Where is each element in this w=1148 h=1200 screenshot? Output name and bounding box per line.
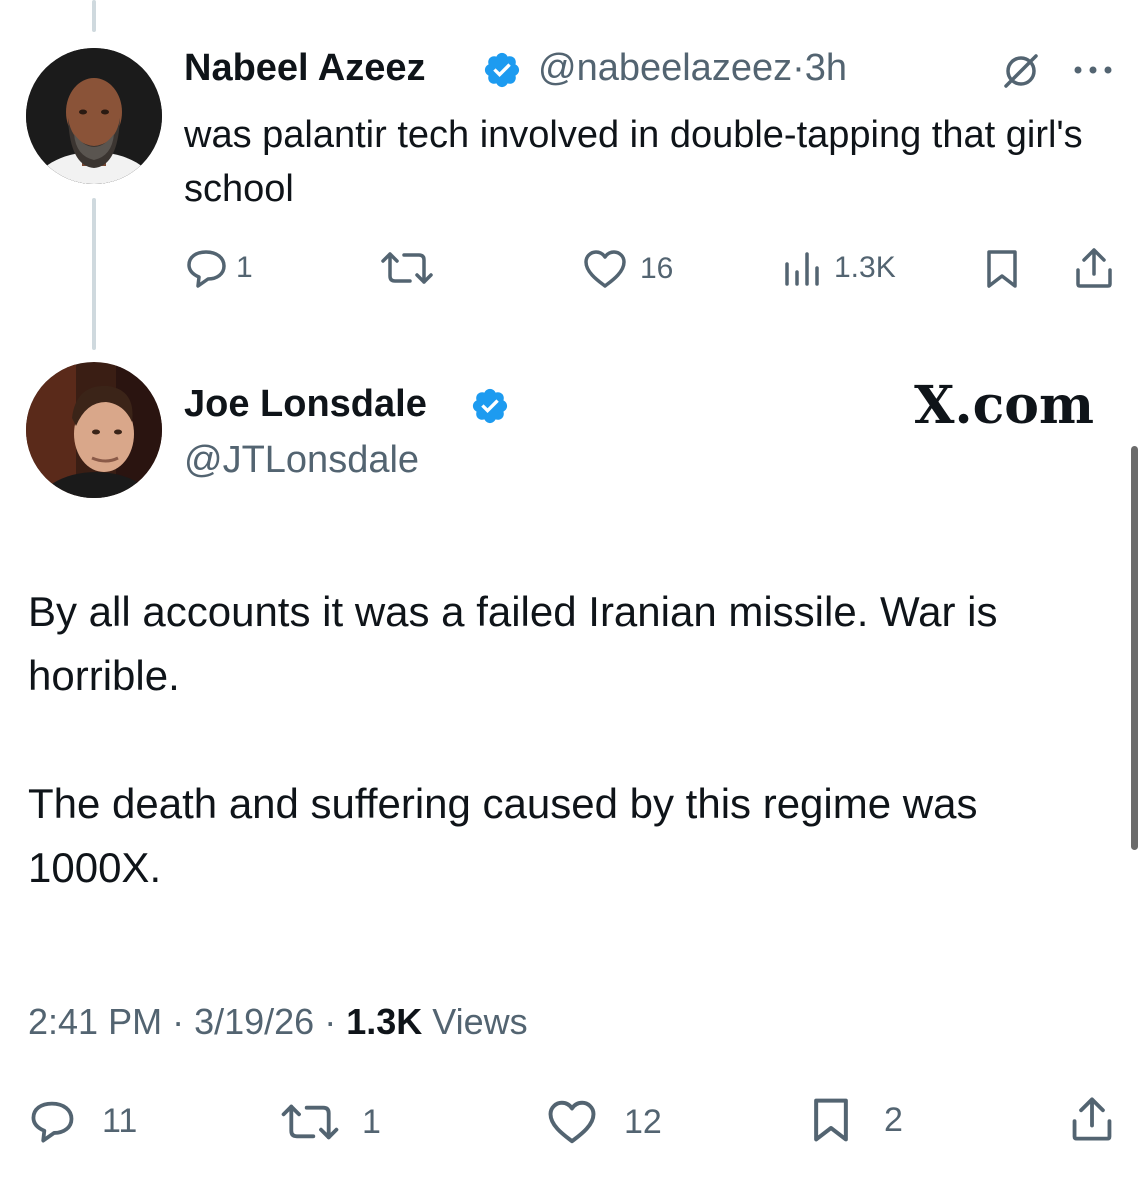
repost-button[interactable] bbox=[380, 248, 434, 293]
avatar-joe[interactable] bbox=[26, 362, 162, 498]
tweet-paragraph: The death and suffering caused by this r… bbox=[28, 780, 978, 891]
main-tweet-text: By all accounts it was a failed Iranian … bbox=[28, 580, 1108, 900]
bookmark-icon bbox=[814, 1098, 848, 1142]
main-handle[interactable]: @JTLonsdale bbox=[184, 438, 419, 482]
like-button[interactable]: 16 bbox=[582, 248, 673, 290]
timestamp[interactable]: 3h bbox=[805, 47, 847, 89]
author-name-text: Nabeel Azeez bbox=[184, 47, 426, 89]
views-label: Views bbox=[422, 1001, 528, 1042]
separator: · bbox=[162, 1001, 195, 1042]
heart-icon bbox=[584, 250, 626, 288]
share-icon bbox=[1072, 1097, 1112, 1141]
reply-count: 1 bbox=[236, 251, 253, 284]
author-name-text: Joe Lonsdale bbox=[184, 383, 427, 425]
comment-icon bbox=[31, 1101, 74, 1143]
reply-author-name[interactable]: Nabeel Azeez bbox=[184, 46, 425, 90]
bookmark-button[interactable]: 2 bbox=[810, 1096, 903, 1144]
grok-icon[interactable] bbox=[1000, 50, 1042, 97]
views-count: 1.3K bbox=[346, 1001, 423, 1042]
more-options-icon[interactable] bbox=[1070, 60, 1116, 85]
tweet-meta: 2:41 PM · 3/19/26 · 1.3K Views bbox=[28, 1000, 528, 1044]
like-count: 16 bbox=[640, 252, 674, 285]
verified-badge-icon bbox=[482, 50, 522, 90]
bookmark-count: 2 bbox=[884, 1101, 903, 1139]
reply-button[interactable]: 11 bbox=[28, 1096, 137, 1146]
verified-badge-icon bbox=[470, 386, 510, 426]
reply-text: was palantir tech involved in double-tap… bbox=[184, 114, 1083, 210]
share-icon bbox=[1076, 248, 1112, 288]
thread-line bbox=[92, 0, 96, 32]
tweet-date[interactable]: 3/19/26 bbox=[194, 1001, 314, 1042]
separator: · bbox=[792, 47, 805, 89]
x-com-brand: X.com bbox=[914, 375, 1094, 436]
like-count: 12 bbox=[624, 1103, 662, 1141]
like-button[interactable]: 12 bbox=[546, 1098, 662, 1146]
scrollbar[interactable] bbox=[1131, 446, 1138, 850]
repost-button[interactable]: 1 bbox=[280, 1100, 381, 1144]
reply-button[interactable]: 1 bbox=[184, 246, 253, 290]
main-action-row: 11 1 12 2 bbox=[28, 1094, 1128, 1150]
repost-icon bbox=[281, 1104, 339, 1140]
reply-count: 11 bbox=[102, 1102, 138, 1140]
analytics-icon bbox=[785, 252, 819, 286]
bookmark-button[interactable] bbox=[984, 248, 1020, 295]
reply-action-row: 1 16 1.3K bbox=[184, 246, 1124, 294]
tweet-paragraph: By all accounts it was a failed Iranian … bbox=[28, 588, 998, 699]
share-button[interactable] bbox=[1068, 1094, 1116, 1149]
tweet-time[interactable]: 2:41 PM bbox=[28, 1001, 162, 1042]
handle-text: @nabeelazeez bbox=[538, 47, 793, 89]
avatar-nabeel[interactable] bbox=[26, 48, 162, 184]
bookmark-icon bbox=[987, 250, 1017, 288]
views-count: 1.3K bbox=[834, 251, 896, 284]
repost-count: 1 bbox=[362, 1103, 381, 1141]
repost-icon bbox=[381, 252, 433, 284]
reply-handle-time[interactable]: @nabeelazeez·3h bbox=[538, 46, 847, 90]
thread-line bbox=[92, 198, 96, 350]
heart-icon bbox=[548, 1100, 596, 1144]
views-button[interactable]: 1.3K bbox=[782, 250, 896, 286]
main-author-name[interactable]: Joe Lonsdale bbox=[184, 382, 427, 426]
separator: · bbox=[314, 1001, 347, 1042]
share-button[interactable] bbox=[1072, 246, 1116, 295]
comment-icon bbox=[187, 250, 226, 288]
